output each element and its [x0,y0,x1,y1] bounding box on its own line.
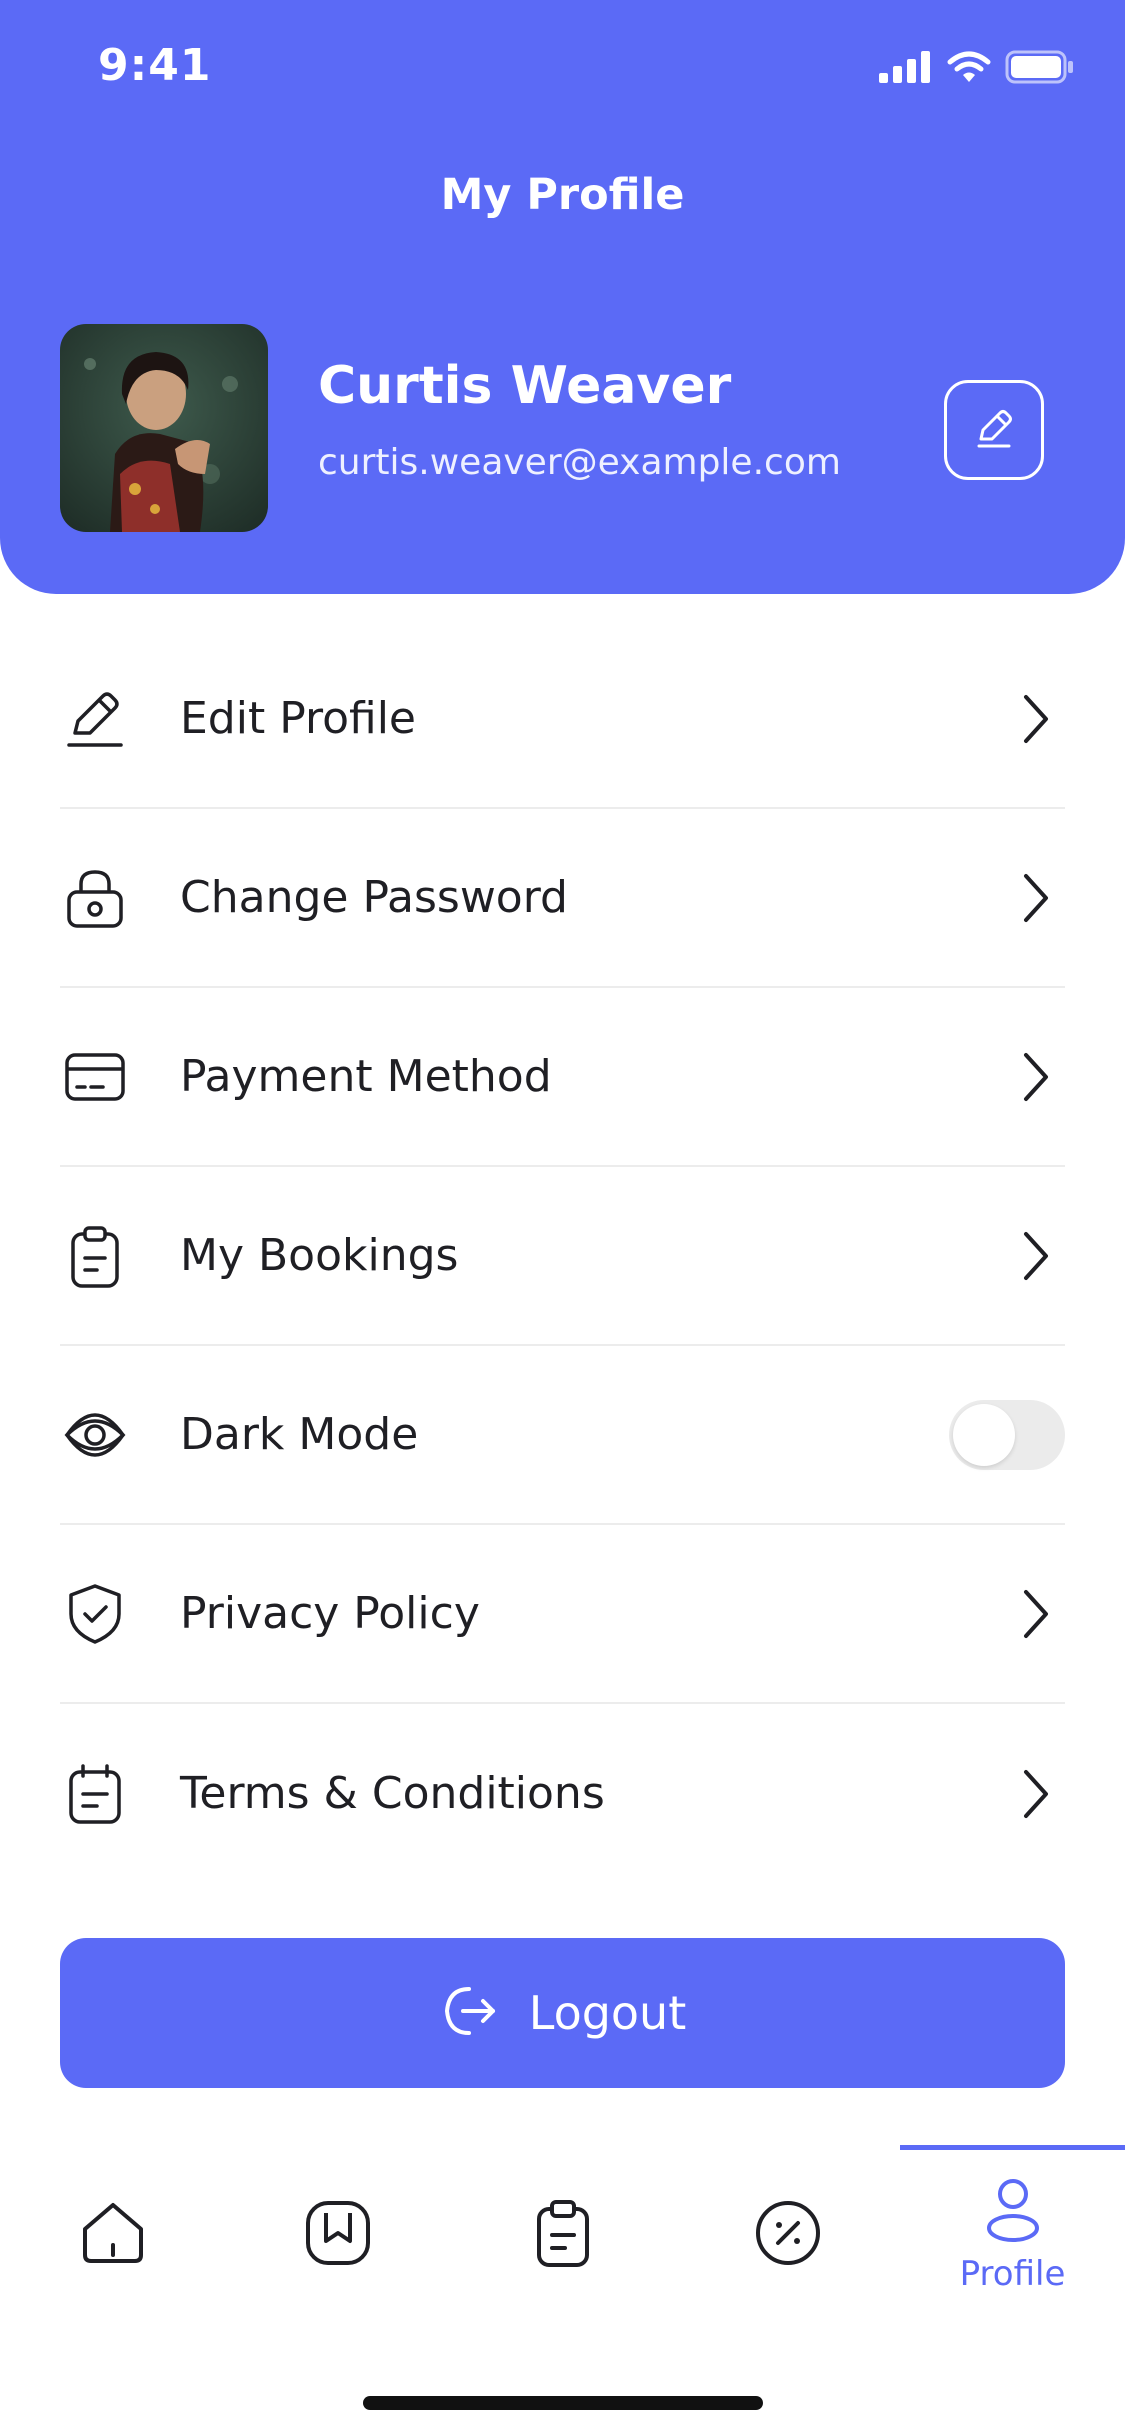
logout-icon [439,1981,499,2045]
shield-check-icon [60,1579,130,1649]
menu-item-label: Dark Mode [180,1409,419,1460]
edit-profile-button[interactable] [944,380,1044,480]
menu-item-label: Privacy Policy [180,1588,480,1639]
chevron-right-icon [1015,689,1055,749]
chevron-right-icon [1015,1584,1055,1644]
chevron-right-icon [1015,1226,1055,1286]
menu-item-label: Terms & Conditions [180,1768,605,1819]
settings-menu: Edit Profile Change Password Payment Met… [60,630,1065,1883]
menu-item-edit-profile[interactable]: Edit Profile [60,630,1065,809]
tab-label: Profile [959,2254,1066,2294]
bookmark-icon [302,2197,374,2273]
menu-item-label: Edit Profile [180,693,417,744]
menu-item-change-password[interactable]: Change Password [60,809,1065,988]
logout-label: Logout [528,1986,687,2040]
bottom-tab-bar: Profile [0,2145,1125,2325]
menu-item-label: Change Password [180,872,568,923]
menu-item-terms-conditions[interactable]: Terms & Conditions [60,1704,1065,1883]
menu-item-label: Payment Method [180,1051,552,1102]
user-name: Curtis Weaver [318,356,732,416]
tab-bookings[interactable] [450,2145,675,2325]
tab-home[interactable] [0,2145,225,2325]
chevron-right-icon [1015,1764,1055,1824]
wifi-icon [947,50,991,88]
dark-mode-toggle[interactable] [949,1399,1065,1470]
menu-item-payment-method[interactable]: Payment Method [60,988,1065,1167]
user-icon [981,2176,1045,2248]
battery-icon [1005,50,1075,88]
calendar-doc-icon [60,1759,130,1829]
profile-header: 9:41 My Profile Curtis Weaver curtis.wea… [0,0,1125,594]
chevron-right-icon [1015,868,1055,928]
menu-item-dark-mode: Dark Mode [60,1346,1065,1525]
pencil-icon [60,684,130,754]
tab-saved[interactable] [225,2145,450,2325]
home-icon [77,2197,149,2273]
home-indicator [363,2396,763,2410]
lock-icon [60,863,130,933]
status-time: 9:41 [98,40,212,91]
logout-button[interactable]: Logout [60,1938,1065,2088]
tab-offers[interactable] [675,2145,900,2325]
pencil-icon [971,405,1017,455]
chevron-right-icon [1015,1047,1055,1107]
toggle-knob [953,1403,1015,1466]
clipboard-icon [60,1221,130,1291]
eye-icon [60,1400,130,1470]
clipboard-icon [527,2197,599,2273]
status-icons [879,50,1075,88]
signal-icon [879,51,933,87]
discount-icon [752,2197,824,2273]
tab-profile[interactable]: Profile [900,2145,1125,2325]
card-icon [60,1042,130,1112]
user-email: curtis.weaver@example.com [318,442,841,483]
menu-item-my-bookings[interactable]: My Bookings [60,1167,1065,1346]
menu-item-label: My Bookings [180,1230,459,1281]
page-title: My Profile [440,170,685,220]
avatar [60,324,268,532]
menu-item-privacy-policy[interactable]: Privacy Policy [60,1525,1065,1704]
